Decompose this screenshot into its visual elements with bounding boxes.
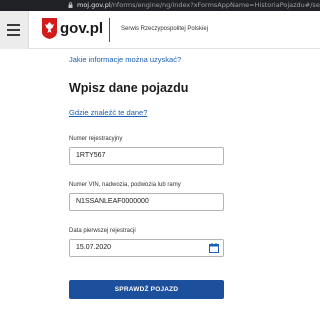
header-divider <box>109 18 110 42</box>
hamburger-icon-bar <box>7 34 20 36</box>
hamburger-icon-bar <box>7 29 20 31</box>
url-path: /nforms/engine/ng/index?xFormsAppName=Hi… <box>110 1 320 9</box>
page-title: Wpisz dane pojazdu <box>69 81 189 95</box>
site-header: gov.pl Serwis Rzeczypospolitej Polskiej <box>0 11 320 49</box>
vin-input[interactable]: N1SSANLEAF0000000 <box>69 193 224 211</box>
info-link[interactable]: Jakie informacje można uzyskać? <box>69 55 181 64</box>
hamburger-icon <box>7 24 20 26</box>
first-registration-value: 15.07.2020 <box>76 244 112 251</box>
first-registration-input[interactable]: 15.07.2020 <box>69 239 224 257</box>
menu-button[interactable] <box>0 11 29 49</box>
registration-input[interactable]: 1RTY567 <box>69 147 224 165</box>
calendar-icon[interactable] <box>209 243 219 253</box>
check-vehicle-button[interactable]: SPRAWDŹ POJAZD <box>69 280 224 299</box>
registration-label: Numer rejestracyjny <box>69 136 123 142</box>
brand-logo-text[interactable]: gov.pl <box>60 20 103 37</box>
first-registration-label: Data pierwszej rejestracji <box>69 228 136 234</box>
url-text: moj.gov.pl/nforms/engine/ng/index?xForms… <box>77 0 320 11</box>
where-to-find-link[interactable]: Gdzie znaleźć te dane? <box>69 108 147 117</box>
polish-eagle-icon <box>42 18 57 39</box>
vin-label: Numer VIN, nadwozia, podwozia lub ramy <box>69 182 181 188</box>
service-name: Serwis Rzeczypospolitej Polskiej <box>121 26 209 32</box>
browser-address-bar[interactable]: moj.gov.pl/nforms/engine/ng/index?xForms… <box>0 0 320 11</box>
url-host: moj.gov.pl <box>77 1 111 9</box>
lock-icon <box>68 2 73 8</box>
